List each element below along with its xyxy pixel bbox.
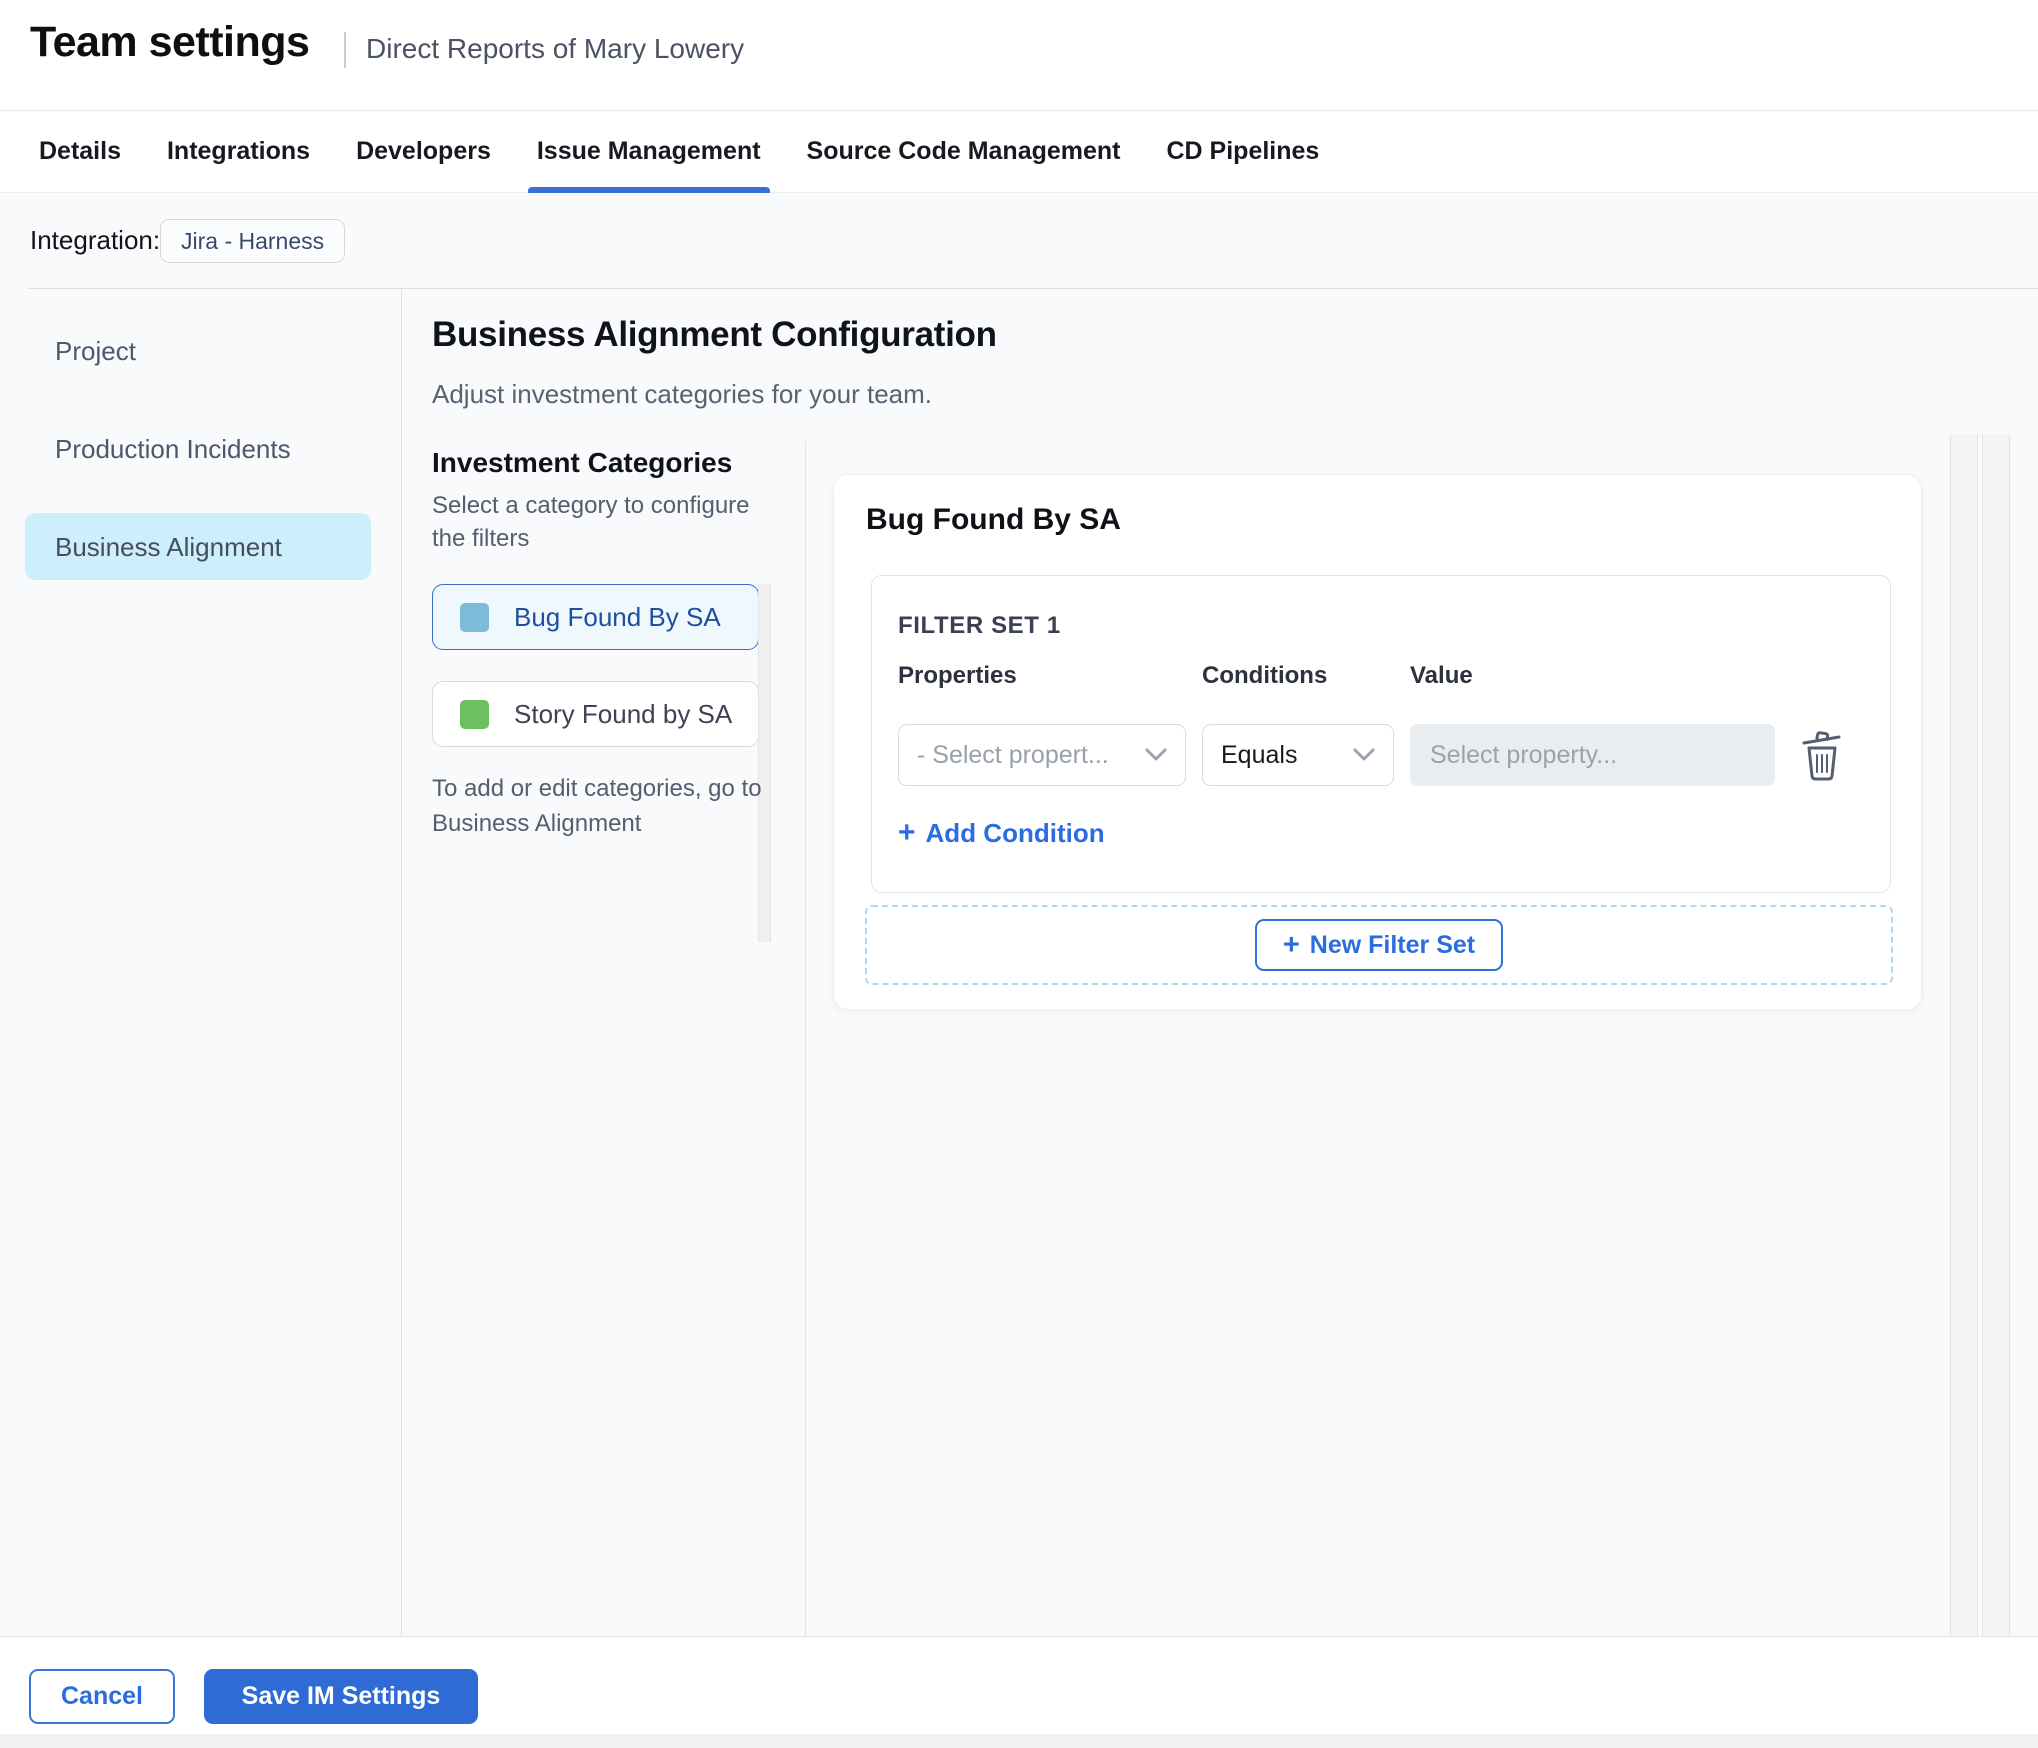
add-condition-button[interactable]: + Add Condition: [898, 816, 1105, 850]
section-title: Business Alignment Configuration: [432, 315, 997, 354]
panel-title: Bug Found By SA: [866, 503, 1121, 536]
value-input[interactable]: [1410, 724, 1775, 786]
category-filter-panel: Bug Found By SA FILTER SET 1 Properties …: [833, 474, 1922, 1010]
sidebar-divider: [401, 289, 402, 1636]
page-header: Team settings Direct Reports of Mary Low…: [0, 0, 2038, 110]
new-filter-set-label: New Filter Set: [1309, 930, 1476, 959]
add-condition-label: Add Condition: [925, 817, 1105, 848]
investment-categories-description: Select a category to configure the filte…: [432, 492, 750, 552]
vertical-scrollbar-track[interactable]: [1982, 434, 2010, 1636]
filter-set-card: FILTER SET 1 Properties Conditions Value…: [871, 575, 1891, 893]
category-label: Bug Found By SA: [514, 601, 721, 632]
tab-cd-pipelines[interactable]: CD Pipelines: [1158, 111, 1329, 192]
category-button-bug-found-by-sa[interactable]: Bug Found By SA: [432, 584, 759, 650]
filter-set-title: FILTER SET 1: [898, 612, 1061, 639]
sidebar-item-project[interactable]: Project: [55, 336, 136, 367]
categories-divider: [805, 441, 806, 1636]
new-filter-set-button[interactable]: + New Filter Set: [1255, 919, 1503, 971]
column-header-conditions: Conditions: [1202, 662, 1328, 689]
tab-bar: Details Integrations Developers Issue Ma…: [0, 110, 2038, 193]
category-color-swatch: [460, 699, 489, 729]
chevron-down-icon: [1353, 748, 1375, 761]
tab-source-code-management[interactable]: Source Code Management: [798, 111, 1130, 192]
title-separator: [344, 32, 346, 68]
cancel-button[interactable]: Cancel: [29, 1669, 175, 1724]
condition-select-value: Equals: [1221, 740, 1298, 769]
category-list-scrollbar[interactable]: [758, 584, 771, 942]
section-subtitle: Adjust investment categories for your te…: [432, 379, 933, 409]
team-settings-page: Team settings Direct Reports of Mary Low…: [0, 0, 2038, 1748]
categories-footnote: To add or edit categories, go to Busines…: [432, 775, 762, 837]
condition-select[interactable]: Equals: [1202, 724, 1394, 786]
footer-action-bar: Cancel Save IM Settings: [0, 1636, 2038, 1734]
page-bottom-strip: [0, 1734, 2038, 1748]
investment-categories-heading: Investment Categories: [432, 447, 733, 478]
category-label: Story Found by SA: [514, 698, 733, 729]
column-header-value: Value: [1410, 662, 1473, 689]
vertical-scrollbar-track[interactable]: [1950, 434, 1978, 1636]
new-filter-set-dropzone: + New Filter Set: [865, 905, 1893, 985]
plus-icon: +: [1282, 928, 1300, 961]
property-select-placeholder: - Select propert...: [917, 740, 1109, 769]
trash-icon: [1802, 731, 1841, 781]
tab-developers[interactable]: Developers: [347, 111, 500, 192]
property-select[interactable]: - Select propert...: [898, 724, 1186, 786]
page-subtitle: Direct Reports of Mary Lowery: [366, 33, 745, 64]
category-button-story-found-by-sa[interactable]: Story Found by SA: [432, 681, 759, 747]
save-im-settings-button[interactable]: Save IM Settings: [204, 1669, 478, 1724]
chevron-down-icon: [1145, 748, 1167, 761]
page-title: Team settings: [30, 18, 310, 66]
tab-details[interactable]: Details: [30, 111, 130, 192]
integration-chip[interactable]: Jira - Harness: [160, 219, 346, 263]
sidebar-item-production-incidents[interactable]: Production Incidents: [55, 434, 291, 465]
tab-issue-management[interactable]: Issue Management: [527, 111, 770, 193]
plus-icon: +: [898, 816, 916, 849]
category-color-swatch: [460, 602, 489, 632]
column-header-properties: Properties: [898, 662, 1017, 689]
sidebar-item-business-alignment[interactable]: Business Alignment: [55, 532, 282, 563]
integration-label: Integration:: [30, 225, 161, 255]
content-area: Integration: Jira - Harness Project Prod…: [0, 193, 2038, 1636]
header-divider: [28, 288, 2038, 289]
delete-condition-button[interactable]: [1796, 728, 1848, 784]
tab-integrations[interactable]: Integrations: [158, 111, 319, 192]
